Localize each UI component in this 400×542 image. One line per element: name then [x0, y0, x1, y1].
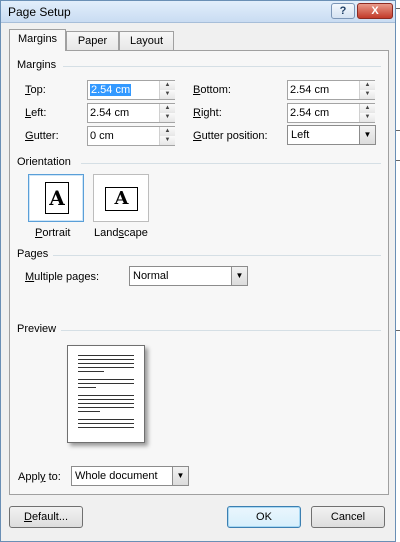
left-margin-input[interactable] — [88, 104, 158, 122]
bottom-margin-arrows[interactable]: ▲ ▼ — [359, 81, 375, 99]
edge-mark — [396, 8, 400, 9]
preview-text-line — [78, 363, 134, 364]
preview-text-line — [78, 387, 96, 388]
right-margin-input[interactable] — [288, 104, 358, 122]
landscape-option[interactable]: A — [93, 174, 149, 222]
chevron-down-icon[interactable]: ▼ — [359, 126, 375, 144]
top-margin-value-wrap[interactable]: 2.54 cm — [90, 84, 132, 96]
preview-text-line — [78, 399, 134, 400]
portrait-page-icon: A — [45, 182, 69, 214]
preview-text-line — [78, 359, 134, 360]
default-button[interactable]: Default... — [9, 506, 83, 528]
left-margin-stepper[interactable]: ▲ ▼ — [87, 103, 175, 123]
tab-paper[interactable]: Paper — [66, 31, 119, 51]
ok-button[interactable]: OK — [227, 506, 301, 528]
spin-down-icon[interactable]: ▼ — [160, 90, 175, 99]
window-title: Page Setup — [8, 5, 71, 19]
top-label: Top: — [25, 84, 46, 96]
preview-divider — [61, 330, 381, 331]
gutter-stepper[interactable]: ▲ ▼ — [87, 126, 175, 146]
multiple-pages-label: Multiple pages: — [25, 271, 99, 283]
preview-text-line — [78, 367, 134, 368]
top-margin-value[interactable]: 2.54 cm — [90, 84, 132, 96]
preview-text-line — [78, 427, 134, 428]
help-button[interactable]: ? — [331, 3, 355, 19]
preview-text-line — [78, 371, 104, 372]
landscape-page-icon: A — [105, 187, 138, 211]
spin-down-icon[interactable]: ▼ — [360, 90, 375, 99]
portrait-label: Portrait — [35, 227, 71, 239]
preview-text-line — [78, 379, 134, 380]
title-bar[interactable]: Page Setup ? X — [1, 1, 395, 23]
multiple-pages-select[interactable]: Normal ▼ — [129, 266, 248, 286]
spin-up-icon[interactable]: ▲ — [360, 104, 375, 113]
page-setup-dialog: Page Setup ? X Margins Paper Layout Marg… — [0, 0, 396, 542]
preview-text-line — [78, 355, 134, 356]
spin-down-icon[interactable]: ▼ — [160, 136, 175, 145]
edge-mark — [396, 330, 400, 331]
gutter-arrows[interactable]: ▲ ▼ — [159, 127, 175, 145]
spin-up-icon[interactable]: ▲ — [160, 104, 175, 113]
margins-group-label: Margins — [17, 59, 57, 71]
top-margin-arrows[interactable]: ▲ ▼ — [159, 81, 175, 99]
preview-text-line — [78, 403, 134, 404]
preview-text-line — [78, 383, 134, 384]
preview-text-line — [78, 419, 134, 420]
left-label: Left: — [25, 107, 47, 119]
left-margin-arrows[interactable]: ▲ ▼ — [159, 104, 175, 122]
gutter-label: Gutter: — [25, 130, 59, 142]
preview-group-label: Preview — [17, 323, 57, 335]
bottom-margin-stepper[interactable]: ▲ ▼ — [287, 80, 375, 100]
gutter-input[interactable] — [88, 127, 158, 145]
margins-divider — [63, 66, 381, 67]
preview-text-line — [78, 411, 100, 412]
preview-page-thumbnail — [67, 345, 145, 443]
background-edge — [396, 0, 400, 542]
preview-text-line — [78, 423, 134, 424]
right-margin-arrows[interactable]: ▲ ▼ — [359, 104, 375, 122]
pages-group-label: Pages — [17, 248, 49, 260]
gutter-position-select[interactable]: Left ▼ — [287, 125, 376, 145]
multiple-pages-value: Normal — [133, 270, 169, 282]
landscape-label: Landscape — [94, 227, 148, 239]
close-button[interactable]: X — [357, 3, 393, 19]
apply-to-select[interactable]: Whole document ▼ — [71, 466, 189, 486]
spin-down-icon[interactable]: ▼ — [360, 113, 375, 122]
orientation-group-label: Orientation — [17, 156, 71, 168]
right-margin-stepper[interactable]: ▲ ▼ — [287, 103, 375, 123]
tab-margins[interactable]: Margins — [9, 29, 66, 51]
apply-to-label: Apply to: — [18, 471, 61, 483]
spin-up-icon[interactable]: ▲ — [160, 81, 175, 90]
top-margin-stepper[interactable]: 2.54 cm ▲ ▼ — [87, 80, 175, 100]
spin-down-icon[interactable]: ▼ — [160, 113, 175, 122]
cancel-button[interactable]: Cancel — [311, 506, 385, 528]
bottom-label: Bottom: — [193, 84, 231, 96]
chevron-down-icon[interactable]: ▼ — [231, 267, 247, 285]
bottom-margin-input[interactable] — [288, 81, 358, 99]
spin-up-icon[interactable]: ▲ — [360, 81, 375, 90]
preview-text-line — [78, 407, 134, 408]
preview-text-line — [78, 395, 134, 396]
spin-up-icon[interactable]: ▲ — [160, 127, 175, 136]
gutter-position-label: Gutter position: — [193, 130, 268, 142]
right-label: Right: — [193, 107, 222, 119]
gutter-position-value: Left — [291, 129, 310, 141]
tab-layout[interactable]: Layout — [119, 31, 174, 51]
chevron-down-icon[interactable]: ▼ — [172, 467, 188, 485]
pages-divider — [53, 255, 381, 256]
portrait-option[interactable]: A — [28, 174, 84, 222]
edge-mark — [396, 160, 400, 161]
apply-to-value: Whole document — [75, 470, 158, 482]
edge-mark — [396, 130, 400, 131]
orientation-divider — [81, 163, 381, 164]
